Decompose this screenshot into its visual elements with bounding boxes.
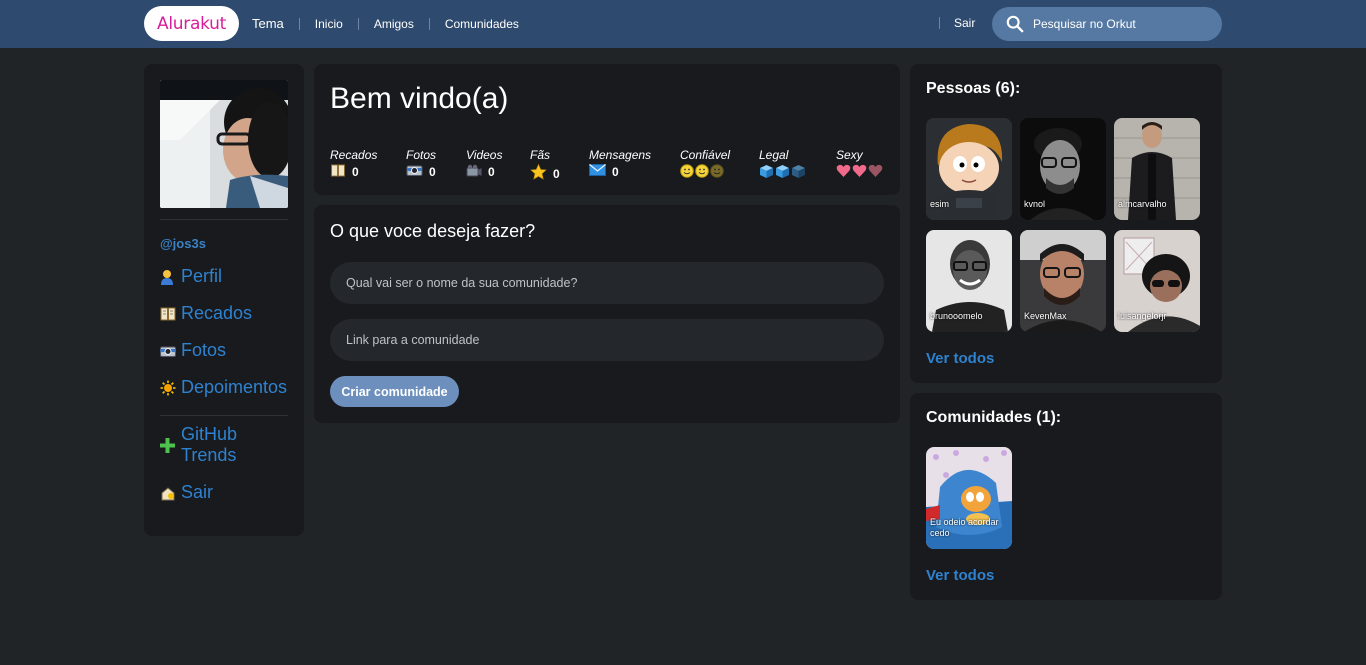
stat-label: Recados [330, 148, 378, 162]
video-camera-icon [466, 164, 482, 180]
profile-sidebar: @jos3s Perfil Recados Fotos Depoimentos … [144, 64, 304, 536]
stat-mensagens: Mensagens 0 [589, 148, 651, 179]
stat-value: 0 [352, 165, 359, 179]
person-name: brunooomelo [930, 311, 983, 321]
see-all-people-link[interactable]: Ver todos [926, 350, 994, 367]
welcome-box: Bem vindo(a) Recados 0 Fotos 0 Videos 0 … [314, 64, 900, 195]
nav-divider [428, 17, 430, 30]
logo-text: Alurakut [157, 13, 226, 34]
user-icon [160, 266, 177, 287]
create-community-button[interactable]: Criar comunidade [330, 376, 459, 407]
sidebar-item-depoimentos[interactable]: Depoimentos [160, 377, 288, 398]
person-card[interactable]: esim [926, 118, 1012, 220]
rating-label: Confiável [680, 148, 731, 162]
nav-tema[interactable]: Tema [252, 16, 284, 31]
person-card[interactable]: almcarvalho [1114, 118, 1200, 220]
top-bar: Alurakut Tema Inicio Amigos Comunidades … [0, 0, 1366, 48]
sidebar-item-label: Depoimentos [181, 377, 288, 397]
community-link-input[interactable] [330, 319, 884, 361]
divider [160, 219, 288, 220]
search-bar[interactable] [992, 7, 1222, 41]
communities-box: Comunidades (1): Eu odeio acordar cedo V… [910, 393, 1222, 600]
sidebar-item-label: Sair [181, 482, 214, 502]
community-name: Eu odeio acordar cedo [930, 517, 999, 538]
stat-value: 0 [488, 165, 495, 179]
nav-amigos[interactable]: Amigos [374, 17, 414, 31]
profile-handle[interactable]: @jos3s [160, 236, 206, 251]
sidebar-item-label: Fotos [181, 340, 227, 360]
profile-avatar[interactable] [160, 80, 288, 208]
sun-icon [160, 377, 177, 398]
welcome-title: Bem vindo(a) [330, 82, 509, 115]
person-name: KevenMax [1024, 311, 1067, 321]
form-title: O que voce deseja fazer? [330, 221, 536, 241]
nav-divider [298, 17, 300, 30]
envelope-icon [589, 164, 606, 179]
rating-legal: Legal [759, 148, 806, 179]
person-name: luisangelorjr [1118, 311, 1167, 321]
stat-value: 0 [612, 164, 619, 179]
book-icon [160, 303, 177, 324]
create-community-box: O que voce deseja fazer? Criar comunidad… [314, 205, 900, 423]
person-name: esim [930, 199, 950, 209]
community-name-input[interactable] [330, 262, 884, 304]
sidebar-item-label: GitHub Trends [181, 424, 238, 465]
sidebar-item-github-trends[interactable]: GitHub Trends [160, 424, 271, 466]
nav-comunidades[interactable]: Comunidades [445, 17, 519, 31]
logout-icon [160, 482, 177, 503]
sidebar-item-perfil[interactable]: Perfil [160, 266, 271, 287]
camera-icon [406, 164, 423, 179]
people-box: Pessoas (6): esim kvnol almcarvalho brun… [910, 64, 1222, 383]
logout-area: Sair [939, 16, 975, 30]
ice-cube-icon [759, 164, 806, 179]
nav-inicio[interactable]: Inicio [315, 17, 343, 31]
stat-value: 0 [553, 166, 560, 181]
communities-title: Comunidades (1): [926, 409, 1062, 426]
person-card[interactable]: kvnol [1020, 118, 1106, 220]
top-nav: Tema Inicio Amigos Comunidades [252, 16, 519, 31]
rating-label: Legal [759, 148, 789, 162]
search-input[interactable] [1033, 17, 1213, 31]
sidebar-item-label: Recados [181, 303, 253, 323]
person-card[interactable]: luisangelorjr [1114, 230, 1200, 332]
nav-divider [357, 17, 359, 30]
alurakut-logo[interactable]: Alurakut [144, 6, 239, 41]
stat-fas: Fãs 0 [530, 148, 560, 183]
stat-videos: Videos 0 [466, 148, 502, 180]
divider [160, 415, 288, 416]
people-title: Pessoas (6): [926, 80, 1021, 97]
stat-label: Mensagens [589, 148, 652, 162]
sidebar-item-recados[interactable]: Recados [160, 303, 271, 324]
book-icon [330, 164, 346, 180]
stat-label: Fãs [530, 148, 551, 162]
star-icon [530, 163, 547, 183]
rating-label: Sexy [836, 148, 863, 162]
person-name: almcarvalho [1118, 199, 1167, 209]
stat-label: Fotos [406, 148, 437, 162]
rating-sexy: Sexy [836, 148, 883, 178]
rating-confiavel: Confiável [680, 148, 730, 178]
person-name: kvnol [1024, 199, 1046, 209]
stat-fotos: Fotos 0 [406, 148, 436, 179]
person-card[interactable]: brunooomelo [926, 230, 1012, 332]
smiley-icon [680, 164, 730, 178]
sidebar-item-fotos[interactable]: Fotos [160, 340, 271, 361]
heart-icon [836, 164, 883, 178]
community-card[interactable]: Eu odeio acordar cedo [926, 447, 1012, 549]
sidebar-item-label: Perfil [181, 266, 223, 286]
stat-label: Videos [466, 148, 503, 162]
person-card[interactable]: KevenMax [1020, 230, 1106, 332]
search-icon [1006, 15, 1024, 33]
plus-icon [160, 424, 177, 466]
see-all-communities-link[interactable]: Ver todos [926, 567, 994, 584]
sidebar-item-sair[interactable]: Sair [160, 482, 271, 503]
stat-value: 0 [429, 164, 436, 179]
logout-link[interactable]: Sair [954, 16, 975, 30]
nav-divider [939, 17, 940, 29]
stat-recados: Recados 0 [330, 148, 377, 180]
camera-icon [160, 340, 177, 361]
